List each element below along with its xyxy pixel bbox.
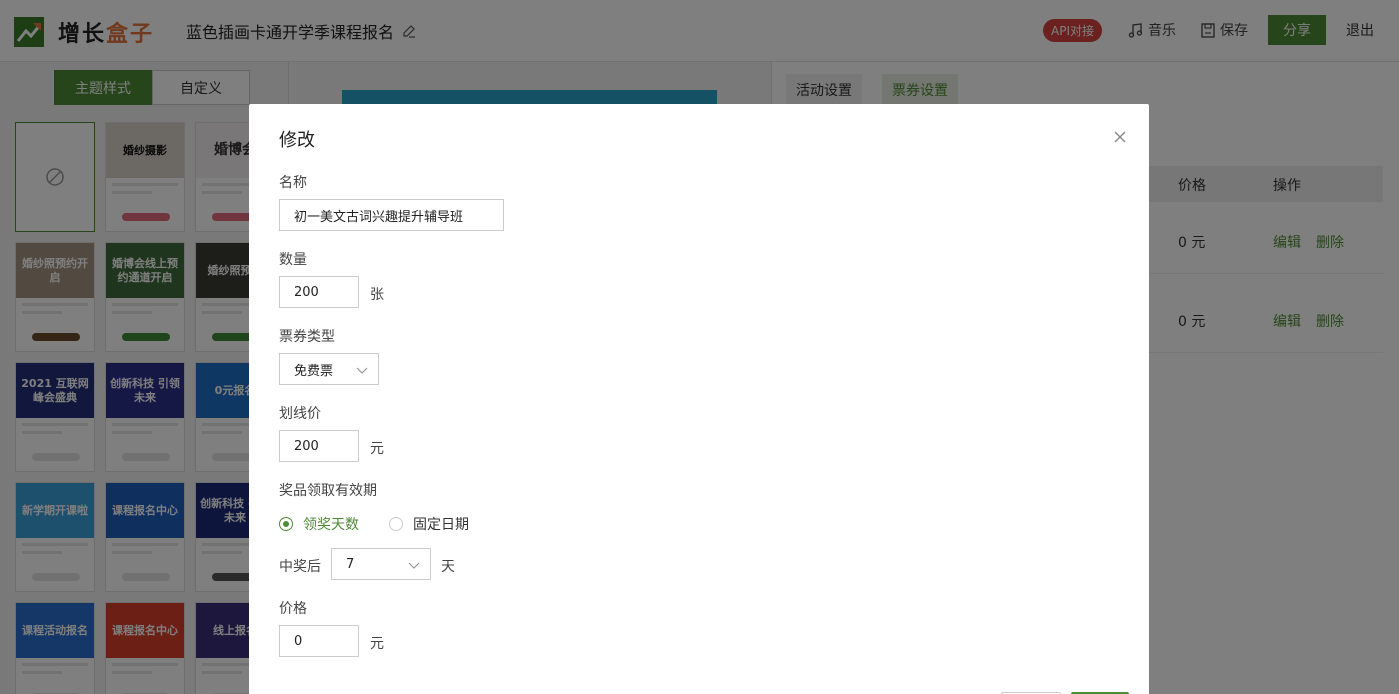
quantity-input[interactable]: 200 (279, 276, 359, 308)
ticket-type-select[interactable]: 免费票 (279, 353, 379, 385)
modal-title: 修改 (279, 130, 315, 151)
chevron-down-icon (356, 367, 368, 374)
radio-fixed-date-label[interactable]: 固定日期 (413, 514, 469, 534)
validity-label: 奖品领取有效期 (279, 483, 377, 499)
strike-price-unit: 元 (370, 441, 384, 457)
strike-price-input[interactable]: 200 (279, 430, 359, 462)
radio-fixed-date[interactable] (389, 517, 403, 531)
quantity-label: 数量 (279, 252, 307, 268)
edit-ticket-modal: 修改 名称 初一美文古词兴趣提升辅导班 数量 200 张 票券类型 免费票 划线… (249, 104, 1149, 694)
radio-days-label[interactable]: 领奖天数 (303, 514, 359, 534)
days-select[interactable]: 7 (331, 548, 431, 580)
chevron-down-icon (408, 562, 420, 569)
name-label: 名称 (279, 175, 307, 191)
name-input[interactable]: 初一美文古词兴趣提升辅导班 (279, 199, 504, 231)
close-icon[interactable] (1113, 130, 1127, 144)
ticket-type-label: 票券类型 (279, 329, 335, 345)
validity-radio-group: 领奖天数 固定日期 (279, 514, 469, 534)
strike-price-label: 划线价 (279, 406, 321, 422)
price-label: 价格 (279, 601, 307, 617)
radio-days[interactable] (279, 517, 293, 531)
quantity-unit: 张 (370, 287, 384, 303)
ticket-type-value: 免费票 (294, 363, 334, 379)
days-value: 7 (346, 556, 355, 572)
price-input[interactable]: 0 (279, 625, 359, 657)
after-win-label: 中奖后 (279, 559, 321, 575)
price-unit: 元 (370, 636, 384, 652)
days-unit: 天 (441, 559, 455, 575)
